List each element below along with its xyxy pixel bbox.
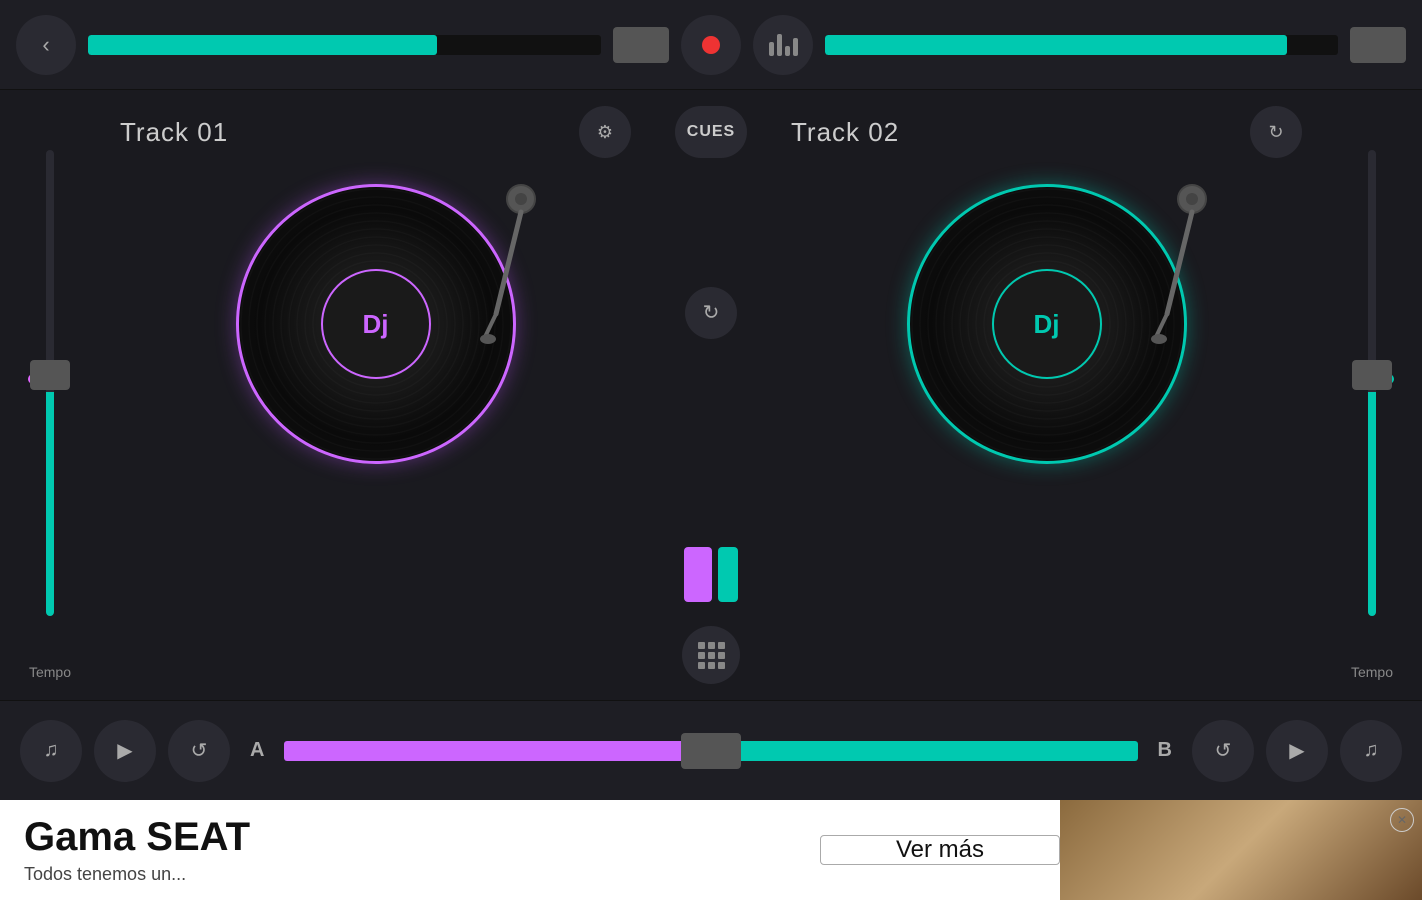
crossfader-center (682, 547, 740, 684)
deck-left: Track 01 ⚙ Dj (100, 90, 651, 700)
ad-cta-button[interactable]: Ver más (820, 835, 1060, 865)
record-button[interactable] (681, 15, 741, 75)
left-tempo-thumb[interactable] (30, 360, 70, 390)
ad-text-area: Gama SEAT Todos tenemos un... (0, 800, 820, 900)
queue-right-icon: ♫ (1364, 739, 1379, 762)
play-left-icon: ▶ (117, 738, 132, 763)
ad-subtitle: Todos tenemos un... (24, 864, 796, 885)
right-progress-bar[interactable] (825, 35, 1338, 55)
grid-icon (698, 642, 725, 669)
crossfader-right-fill (711, 741, 1138, 761)
right-progress-fill (825, 35, 1287, 55)
filter-button-left[interactable]: ⚙ (579, 106, 631, 158)
play-right-icon: ▶ (1289, 738, 1304, 763)
back-button[interactable]: ‹ (16, 15, 76, 75)
tempo-slider-right: Tempo (1322, 90, 1422, 700)
back-icon: ‹ (42, 32, 49, 58)
cues-button[interactable]: CUES (675, 106, 747, 158)
crossfader-bar[interactable] (284, 741, 1137, 761)
queue-left-button[interactable]: ♫ (20, 720, 82, 782)
top-bar: ‹ (0, 0, 1422, 90)
left-tempo-label: Tempo (29, 664, 71, 680)
tonearm-right (1137, 184, 1217, 344)
equalizer-icon (769, 34, 798, 56)
rewind-right-button[interactable]: ↺ (1192, 720, 1254, 782)
ad-banner: Gama SEAT Todos tenemos un... Ver más ✕ (0, 800, 1422, 900)
ad-cta-text: Ver más (896, 836, 984, 864)
crossfader-label-b: B (1158, 739, 1172, 762)
record-icon (702, 36, 720, 54)
left-progress-bar[interactable] (88, 35, 601, 55)
queue-right-button[interactable]: ♫ (1340, 720, 1402, 782)
crossfader-label-a: A (250, 739, 264, 762)
deck-right: Track 02 ↻ Dj (771, 90, 1322, 700)
close-icon[interactable]: ✕ (1390, 808, 1414, 832)
left-progress-fill (88, 35, 437, 55)
play-left-button[interactable]: ▶ (94, 720, 156, 782)
ad-image (1060, 800, 1422, 900)
ad-title: Gama SEAT (24, 815, 796, 860)
right-tempo-label: Tempo (1351, 664, 1393, 680)
repeat-button-right[interactable]: ↻ (1250, 106, 1302, 158)
repeat-icon: ↻ (703, 300, 720, 325)
right-tempo-thumb[interactable] (1352, 360, 1392, 390)
tempo-slider-left: Tempo (0, 90, 100, 700)
grid-button[interactable] (682, 626, 740, 684)
rewind-left-button[interactable]: ↺ (168, 720, 230, 782)
vinyl-label-left: Dj (321, 269, 431, 379)
repeat-button[interactable]: ↻ (685, 287, 737, 339)
ad-close-button[interactable]: ✕ (1390, 808, 1414, 832)
bottom-bar: ♫ ▶ ↺ A B ↺ ▶ ♫ (0, 700, 1422, 800)
center-panel: CUES ↻ (651, 90, 771, 700)
level-bars (684, 547, 738, 602)
deck-left-header: Track 01 ⚙ (120, 106, 631, 158)
sliders-icon-left: ⚙ (597, 122, 613, 143)
rewind-left-icon: ↺ (191, 738, 208, 763)
tonearm-left (466, 184, 546, 344)
crossfader-handle[interactable] (681, 733, 741, 769)
crossfader-left-fill (284, 741, 711, 761)
left-progress-handle[interactable] (613, 27, 669, 63)
rewind-right-icon: ↺ (1215, 738, 1232, 763)
right-progress-handle[interactable] (1350, 27, 1406, 63)
track-01-name: Track 01 (120, 117, 228, 148)
repeat-icon-right: ↻ (1268, 122, 1283, 143)
level-bar-pink (684, 547, 712, 602)
level-bar-teal (718, 547, 738, 602)
main-area: Tempo Track 01 ⚙ Dj (0, 90, 1422, 700)
vinyl-label-right: Dj (992, 269, 1102, 379)
play-right-button[interactable]: ▶ (1266, 720, 1328, 782)
equalizer-button[interactable] (753, 15, 813, 75)
vinyl-left-container[interactable]: Dj (226, 174, 526, 474)
deck-right-header: Track 02 ↻ (791, 106, 1302, 158)
vinyl-right-container[interactable]: Dj (897, 174, 1197, 474)
track-02-name: Track 02 (791, 117, 899, 148)
queue-left-icon: ♫ (44, 739, 59, 762)
